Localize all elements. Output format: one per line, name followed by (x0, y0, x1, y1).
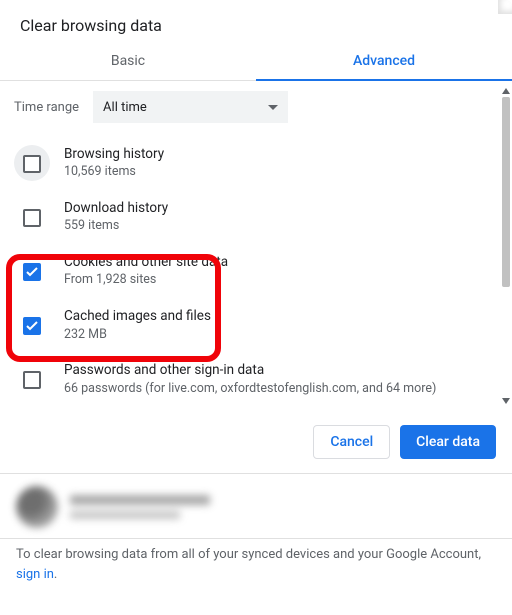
chevron-down-icon (268, 105, 278, 110)
checkbox-wrap (14, 361, 50, 397)
time-range-row: Time range All time (14, 91, 488, 123)
checkbox[interactable] (23, 263, 41, 281)
checkbox-wrap (14, 307, 50, 343)
cancel-button-label: Cancel (330, 434, 373, 450)
clear-browsing-data-dialog: Clear browsing data Basic Advanced Time … (0, 0, 512, 615)
tab-advanced[interactable]: Advanced (256, 43, 512, 80)
tab-basic[interactable]: Basic (0, 43, 256, 80)
option-passwords[interactable]: Passwords and other sign-in data 66 pass… (14, 353, 488, 407)
dialog-footer: Cancel Clear data (0, 411, 512, 473)
clear-data-button-label: Clear data (416, 434, 480, 450)
avatar (16, 486, 58, 528)
time-range-select[interactable]: All time (93, 91, 288, 123)
option-subtitle: 66 passwords (for live.com, oxfordtestof… (64, 381, 436, 398)
dialog-body: Time range All time Browsing history 10,… (0, 81, 512, 411)
option-cookies[interactable]: Cookies and other site data From 1,928 s… (14, 245, 488, 299)
cancel-button[interactable]: Cancel (313, 425, 390, 459)
scroll-down-icon (502, 398, 510, 404)
sign-in-hint: To clear browsing data from all of your … (0, 539, 512, 598)
tab-advanced-label: Advanced (353, 53, 415, 69)
option-text: Passwords and other sign-in data 66 pass… (64, 361, 436, 397)
hint-text: To clear browsing data from all of your … (16, 547, 481, 562)
tab-basic-label: Basic (111, 53, 145, 69)
option-cache[interactable]: Cached images and files 232 MB (14, 299, 488, 353)
option-text: Cached images and files 232 MB (64, 307, 211, 343)
option-title: Cached images and files (64, 307, 211, 325)
option-subtitle: 559 items (64, 218, 168, 235)
option-title: Passwords and other sign-in data (64, 361, 436, 379)
option-subtitle: 232 MB (64, 327, 211, 344)
scrollbar[interactable] (502, 87, 510, 405)
sign-in-link[interactable]: sign in (16, 567, 54, 582)
account-text (70, 495, 210, 519)
option-title: Browsing history (64, 145, 164, 163)
checkbox-wrap (14, 145, 50, 181)
option-text: Browsing history 10,569 items (64, 145, 164, 181)
checkbox[interactable] (23, 317, 41, 335)
option-subtitle: 10,569 items (64, 164, 164, 181)
time-range-value: All time (103, 100, 147, 115)
options-scroll: Time range All time Browsing history 10,… (0, 81, 502, 411)
account-row[interactable] (0, 474, 512, 538)
clear-data-button[interactable]: Clear data (400, 425, 496, 459)
option-title: Download history (64, 199, 168, 217)
option-title: Cookies and other site data (64, 253, 228, 271)
scroll-up-icon (502, 88, 510, 94)
checkbox[interactable] (23, 209, 41, 227)
checkbox-wrap (14, 253, 50, 289)
option-download-history[interactable]: Download history 559 items (14, 191, 488, 245)
scrollbar-thumb[interactable] (502, 97, 510, 287)
option-text: Cookies and other site data From 1,928 s… (64, 253, 228, 289)
option-browsing-history[interactable]: Browsing history 10,569 items (14, 137, 488, 191)
option-subtitle: From 1,928 sites (64, 272, 228, 289)
option-autofill[interactable]: Autofill form data 2 addresses, 892 othe… (14, 407, 488, 411)
checkbox-wrap (14, 199, 50, 235)
tabs: Basic Advanced (0, 43, 512, 81)
time-range-label: Time range (14, 100, 79, 115)
option-text: Download history 559 items (64, 199, 168, 235)
checkbox[interactable] (23, 155, 41, 173)
checkbox[interactable] (23, 371, 41, 389)
dialog-title: Clear browsing data (0, 0, 512, 43)
